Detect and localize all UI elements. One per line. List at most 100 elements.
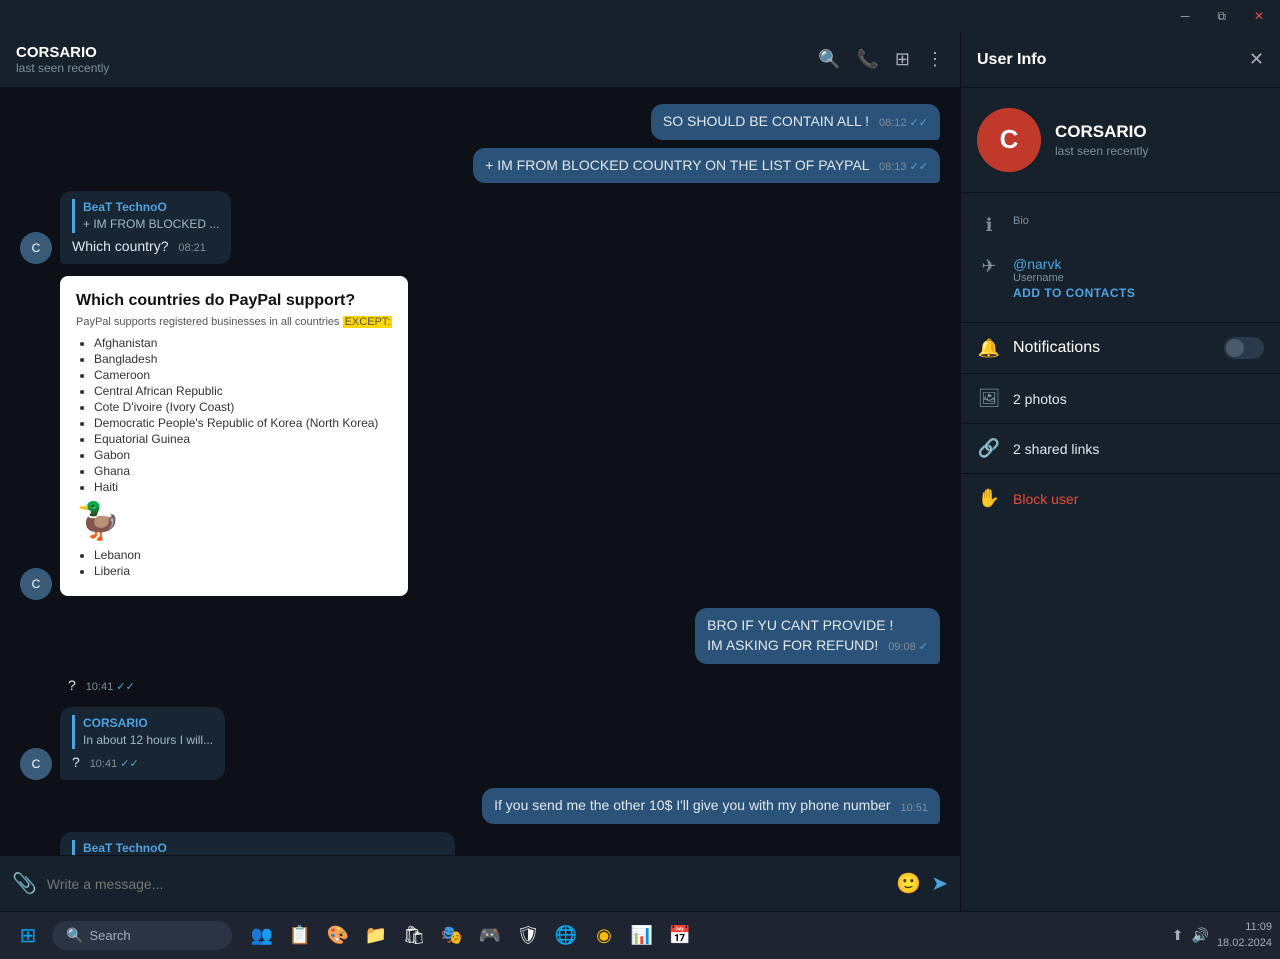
table-row: C CORSARIO In about 12 hours I will... ?… <box>20 707 940 780</box>
taskbar-app-files[interactable]: 👥 <box>244 918 280 954</box>
taskbar-app-game[interactable]: 🎮 <box>472 918 508 954</box>
taskbar-app-shield[interactable]: 🛡 <box>510 918 546 954</box>
card-list: Afghanistan Bangladesh Cameroon Central … <box>76 336 392 494</box>
taskbar-app-explorer[interactable]: 📁 <box>358 918 394 954</box>
list-item: Afghanistan <box>94 336 392 350</box>
highlight: EXCEPT: <box>343 316 393 328</box>
search-text: Search <box>89 928 130 943</box>
emoji-icon[interactable]: 🙂 <box>896 871 921 896</box>
close-icon[interactable]: ✕ <box>1249 49 1264 70</box>
telegram-icon: ✈ <box>977 256 1001 277</box>
block-user-row[interactable]: ✋ Block user <box>961 474 1280 523</box>
chat-header-info: CORSARIO last seen recently <box>16 44 109 75</box>
message-time: 09:08 ✓ <box>888 640 928 655</box>
list-item: Ghana <box>94 464 392 478</box>
main-layout: CORSARIO last seen recently 🔍 📞 ⊞ ⋮ SO S… <box>0 32 1280 911</box>
attach-icon[interactable]: 📎 <box>12 871 37 896</box>
bell-icon: 🔔 <box>977 338 1001 359</box>
table-row: ? 10:41 ✓✓ <box>20 672 940 700</box>
taskbar-app-teams[interactable]: 📋 <box>282 918 318 954</box>
title-bar: ─ ⧉ ✕ <box>0 0 1280 32</box>
block-icon: ✋ <box>977 488 1001 509</box>
quote-text: + IM FROM BLOCKED ... <box>83 217 219 231</box>
layout-icon[interactable]: ⊞ <box>895 49 910 70</box>
card-subtitle: PayPal supports registered businesses in… <box>76 316 392 328</box>
message-time: 08:13 ✓✓ <box>879 160 928 175</box>
send-button[interactable]: ➤ <box>931 871 948 896</box>
avatar: C <box>20 748 52 780</box>
volume-icon: 🔊 <box>1192 927 1209 944</box>
taskbar-app-paint[interactable]: 🎨 <box>320 918 356 954</box>
message-bubble: If you send me the other 10$ I'll give y… <box>482 788 940 824</box>
message-text: ? <box>72 754 80 770</box>
taskbar-app-store[interactable]: 🛍 <box>396 918 432 954</box>
message-time: 08:21 <box>178 241 206 256</box>
photos-row[interactable]: 🖼 2 photos <box>961 374 1280 424</box>
photos-icon: 🖼 <box>977 388 1001 409</box>
message-text: BRO IF YU CANT PROVIDE !IM ASKING FOR RE… <box>707 617 893 653</box>
taskbar-app-browser[interactable]: 🌐 <box>548 918 584 954</box>
table-row: SO SHOULD BE CONTAIN ALL ! 08:12 ✓✓ <box>20 104 940 140</box>
taskbar-app-chrome[interactable]: ◉ <box>586 918 622 954</box>
profile-name: CORSARIO <box>1055 122 1148 142</box>
notifications-label: Notifications <box>1013 339 1100 357</box>
list-item: Lebanon <box>94 548 392 562</box>
card-list-2: Lebanon Liberia <box>76 548 392 578</box>
table-row: BRO IF YU CANT PROVIDE !IM ASKING FOR RE… <box>20 608 940 663</box>
duck-emoji: 🦆 <box>76 500 392 542</box>
list-item: Equatorial Guinea <box>94 432 392 446</box>
read-check: ✓✓ <box>120 758 138 770</box>
user-info-panel: User Info ✕ C CORSARIO last seen recentl… <box>960 32 1280 911</box>
close-button[interactable]: ✕ <box>1246 5 1272 27</box>
chat-name: CORSARIO <box>16 44 109 61</box>
links-row[interactable]: 🔗 2 shared links <box>961 424 1280 474</box>
notifications-row: 🔔 Notifications <box>961 323 1280 374</box>
message-input[interactable] <box>47 868 886 900</box>
message-time: 08:12 ✓✓ <box>879 116 928 131</box>
read-check: ✓✓ <box>910 117 928 129</box>
list-item: Haiti <box>94 480 392 494</box>
restore-button[interactable]: ⧉ <box>1209 5 1234 28</box>
chat-header-actions: 🔍 📞 ⊞ ⋮ <box>818 49 944 70</box>
bio-content: Bio <box>1013 215 1264 227</box>
quote-text: In about 12 hours I will... <box>83 733 213 747</box>
panel-title: User Info <box>977 51 1046 69</box>
bio-label: Bio <box>1013 215 1264 227</box>
message-bubble: BeaT TechnoO MMM IDK CAN WE GO ON ANOTHE… <box>60 832 455 855</box>
toggle-knob <box>1226 339 1244 357</box>
chat-status: last seen recently <box>16 61 109 75</box>
message-text: Which country? <box>72 238 168 254</box>
username-value[interactable]: @narvk <box>1013 256 1264 272</box>
message-text: SO SHOULD BE CONTAIN ALL ! <box>663 113 869 129</box>
web-card: Which countries do PayPal support? PayPa… <box>60 276 408 596</box>
more-icon[interactable]: ⋮ <box>926 49 944 70</box>
username-content: @narvk Username ADD TO CONTACTS <box>1013 256 1264 300</box>
phone-icon[interactable]: 📞 <box>856 49 878 70</box>
panel-header: User Info ✕ <box>961 32 1280 88</box>
minimize-button[interactable]: ─ <box>1173 5 1198 27</box>
add-to-contacts-button[interactable]: ADD TO CONTACTS <box>1013 286 1264 300</box>
profile-avatar: C <box>977 108 1041 172</box>
taskbar-search[interactable]: 🔍 Search <box>52 921 232 950</box>
card-title: Which countries do PayPal support? <box>76 292 392 310</box>
message-time: 10:51 <box>900 801 928 816</box>
messages-container: SO SHOULD BE CONTAIN ALL ! 08:12 ✓✓ + IM… <box>0 88 960 855</box>
network-icon: ⬆ <box>1172 927 1184 944</box>
search-icon[interactable]: 🔍 <box>818 49 840 70</box>
links-label: 2 shared links <box>1013 441 1099 457</box>
start-button[interactable]: ⊞ <box>8 916 48 956</box>
read-check: ✓✓ <box>116 681 134 693</box>
quote-author: BeaT TechnoO <box>83 200 167 214</box>
list-item: Democratic People's Republic of Korea (N… <box>94 416 392 430</box>
message-text: + IM FROM BLOCKED COUNTRY ON THE LIST OF… <box>485 157 869 173</box>
taskbar-app-notepad[interactable]: 📊 <box>624 918 660 954</box>
message-bubble: ? 10:41 ✓✓ <box>60 672 143 700</box>
info-section: ℹ Bio ✈ @narvk Username ADD TO CONTACTS <box>961 193 1280 323</box>
profile-info: CORSARIO last seen recently <box>1055 122 1148 158</box>
taskbar-app-calendar[interactable]: 📅 <box>662 918 698 954</box>
quote-block: BeaT TechnoO MMM IDK CAN WE GO ON ANOTHE… <box>72 840 443 855</box>
table-row: C Which countries do PayPal support? Pay… <box>20 272 940 600</box>
taskbar-app-media[interactable]: 🎭 <box>434 918 470 954</box>
notifications-toggle[interactable] <box>1224 337 1264 359</box>
table-row: C BeaT TechnoO MMM IDK CAN WE GO ON ANOT… <box>20 832 940 855</box>
